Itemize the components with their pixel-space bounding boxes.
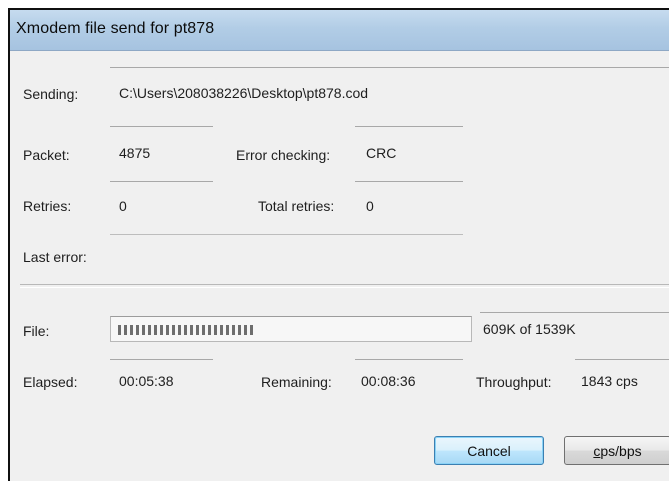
elapsed-value: 00:05:38 [119, 373, 174, 389]
throughput-value: 1843 cps [581, 373, 638, 389]
error-checking-label: Error checking: [236, 147, 331, 163]
sending-label: Sending: [23, 86, 79, 102]
elapsed-label: Elapsed: [23, 374, 78, 390]
retries-label: Retries: [23, 198, 72, 214]
remaining-value: 00:08:36 [361, 373, 416, 389]
cancel-button[interactable]: Cancel [434, 436, 544, 465]
progress-bar-fill [118, 325, 256, 335]
total-retries-value: 0 [366, 198, 374, 214]
total-retries-label: Total retries: [258, 198, 335, 214]
retries-value: 0 [119, 198, 127, 214]
cancel-button-label: Cancel [467, 442, 511, 459]
group-separator [20, 284, 669, 288]
window-title: Xmodem file send for pt878 [16, 20, 215, 37]
packet-label: Packet: [23, 147, 70, 163]
dialog-client-area: Sending: C:\Users\208038226\Desktop\pt87… [10, 51, 669, 481]
cps-bps-label-rest: ps/bps [600, 442, 642, 459]
file-progress-bar [110, 316, 472, 342]
file-size-value: 609K of 1539K [483, 321, 576, 337]
packet-value: 4875 [119, 145, 151, 161]
last-error-label: Last error: [23, 249, 87, 265]
title-bar[interactable]: Xmodem file send for pt878 [10, 10, 669, 51]
xmodem-dialog: Xmodem file send for pt878 Sending: C:\U… [8, 8, 669, 481]
remaining-label: Remaining: [261, 374, 332, 390]
last-error-field [110, 234, 463, 256]
cps-bps-button[interactable]: cps/bps [564, 436, 669, 465]
error-checking-value: CRC [366, 145, 397, 161]
throughput-label: Throughput: [476, 374, 552, 390]
sending-value: C:\Users\208038226\Desktop\pt878.cod [119, 85, 369, 101]
file-label: File: [23, 323, 50, 339]
